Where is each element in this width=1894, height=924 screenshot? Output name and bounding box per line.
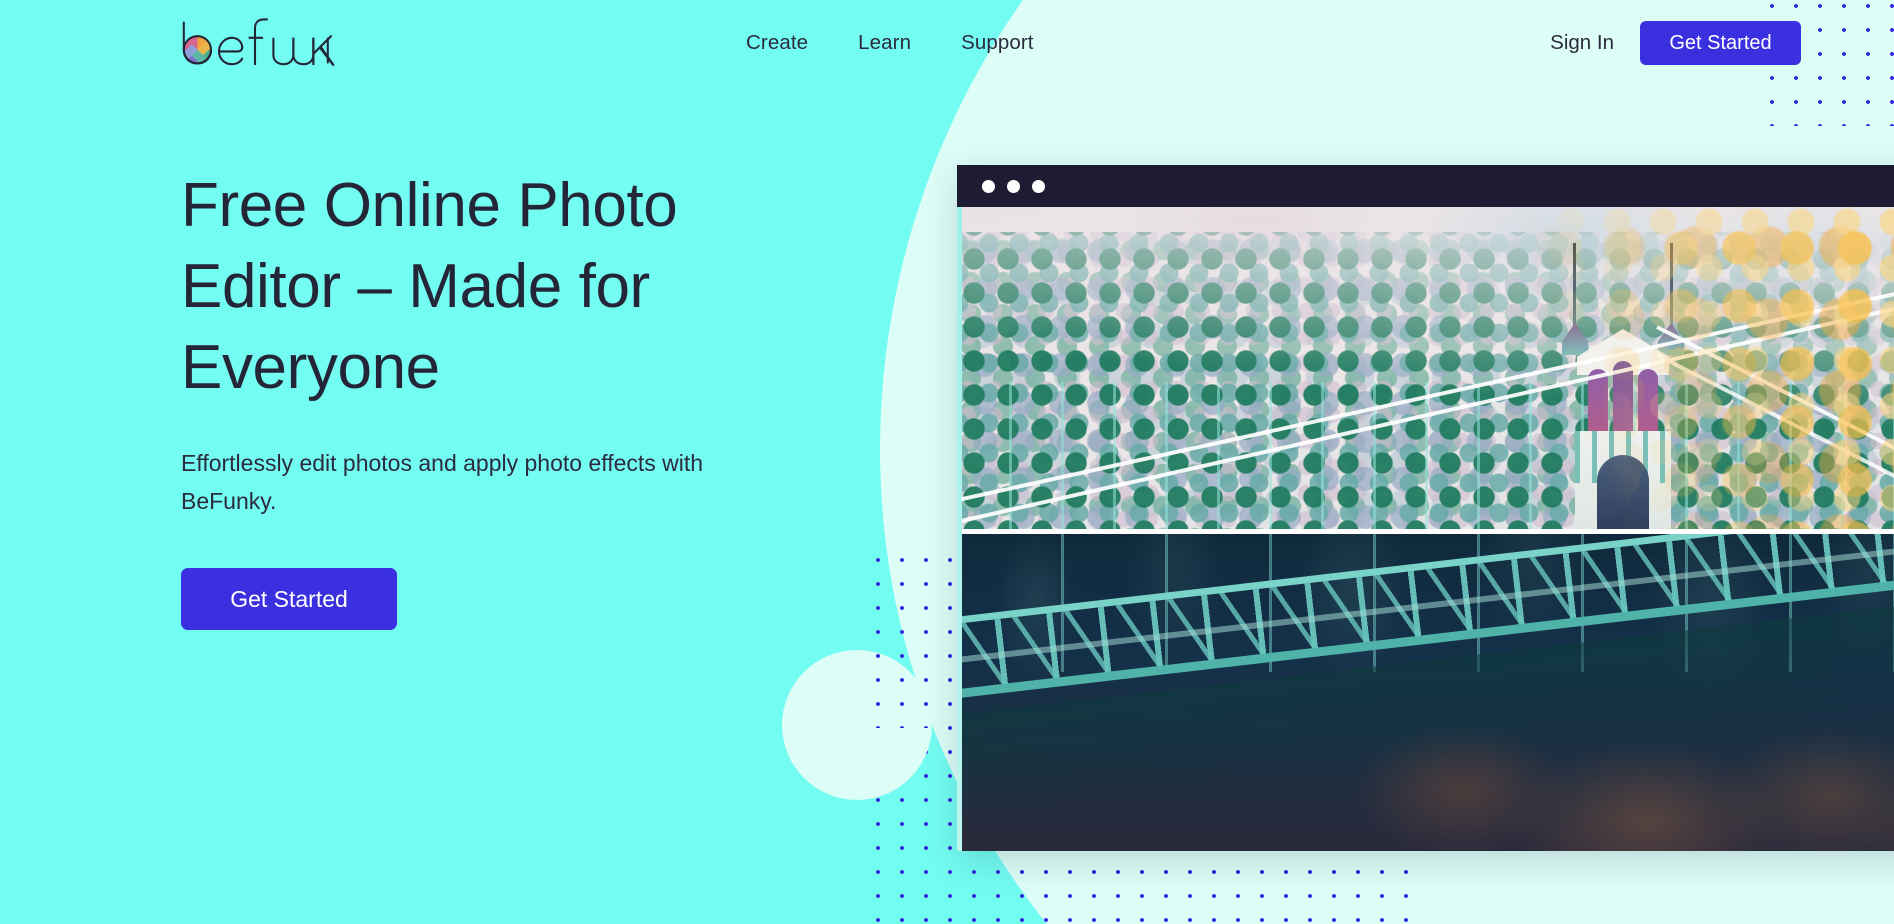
page-root: Create Learn Support Sign In Get Started… (0, 0, 1894, 924)
hero-get-started-button[interactable]: Get Started (181, 568, 397, 630)
nav-item-learn[interactable]: Learn (858, 31, 911, 55)
dot-pattern-middle (866, 548, 942, 728)
header-actions: Sign In Get Started (1550, 0, 1801, 86)
window-dot-maximize-icon[interactable] (1032, 179, 1045, 193)
original-foreground-brush (1333, 581, 1894, 851)
mockup-titlebar (957, 165, 1894, 207)
painted-bokeh-highlights (1471, 207, 1894, 532)
header-get-started-button[interactable]: Get Started (1640, 21, 1801, 65)
nav-item-create[interactable]: Create (746, 31, 808, 55)
photo-half-edited (957, 207, 1894, 532)
hero-subheading: Effortlessly edit photos and apply photo… (181, 450, 704, 514)
sign-in-link[interactable]: Sign In (1550, 31, 1614, 55)
site-header: Create Learn Support Sign In Get Started (0, 0, 1894, 86)
mockup-viewport (957, 207, 1894, 851)
bridge-photo (957, 207, 1894, 851)
nav-item-support[interactable]: Support (961, 31, 1034, 55)
browser-mockup (957, 165, 1894, 851)
window-dot-minimize-icon[interactable] (1007, 179, 1020, 193)
befunky-logo-icon (182, 18, 335, 67)
page-title: Free Online Photo Editor – Made for Ever… (181, 171, 678, 402)
primary-nav: Create Learn Support (746, 0, 1034, 86)
window-dot-close-icon[interactable] (982, 179, 995, 193)
photo-half-original (957, 532, 1894, 851)
background-circle-small (782, 650, 932, 800)
befunky-logo[interactable] (179, 10, 339, 72)
hero-section: Free Online Photo Editor – Made for Ever… (181, 165, 801, 630)
photo-left-edge-strip (957, 207, 962, 851)
before-after-divider (957, 529, 1894, 534)
